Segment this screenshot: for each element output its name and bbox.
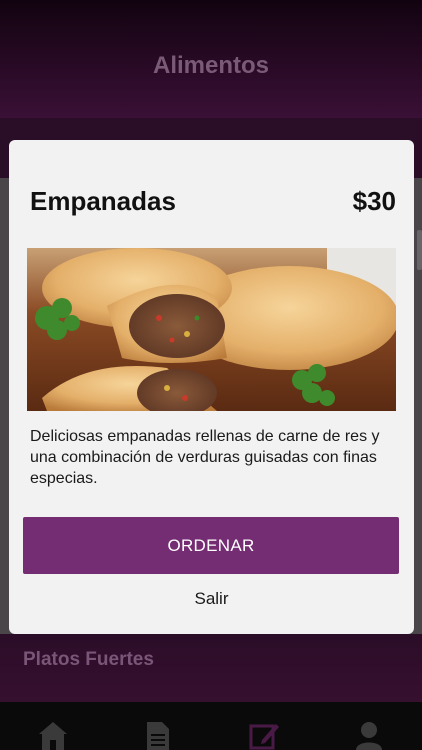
order-button[interactable]: ORDENAR [23, 517, 399, 574]
product-price: $30 [352, 186, 396, 216]
product-title: Empanadas [30, 186, 176, 216]
empanadas-photo-icon [27, 248, 396, 411]
product-description: Deliciosas empanadas rellenas de carne d… [30, 428, 380, 487]
tab-menu[interactable] [128, 702, 188, 750]
tab-bar [0, 702, 422, 750]
home-icon [38, 722, 67, 750]
app-header: Alimentos [0, 0, 422, 118]
scroll-indicator [417, 230, 422, 270]
page-title: Alimentos [152, 52, 269, 79]
product-image [27, 248, 396, 411]
tab-home[interactable] [23, 702, 83, 750]
edit-icon [249, 724, 279, 750]
section-label-platos-fuertes[interactable]: Platos Fuertes [23, 649, 154, 671]
document-icon [147, 722, 170, 750]
tab-order[interactable] [234, 702, 294, 750]
product-modal: Empanadas $30 Deliciosas empanadas relle… [9, 140, 414, 634]
user-icon [356, 722, 383, 750]
tab-profile[interactable] [339, 702, 399, 750]
exit-button[interactable]: Salir [159, 586, 264, 612]
